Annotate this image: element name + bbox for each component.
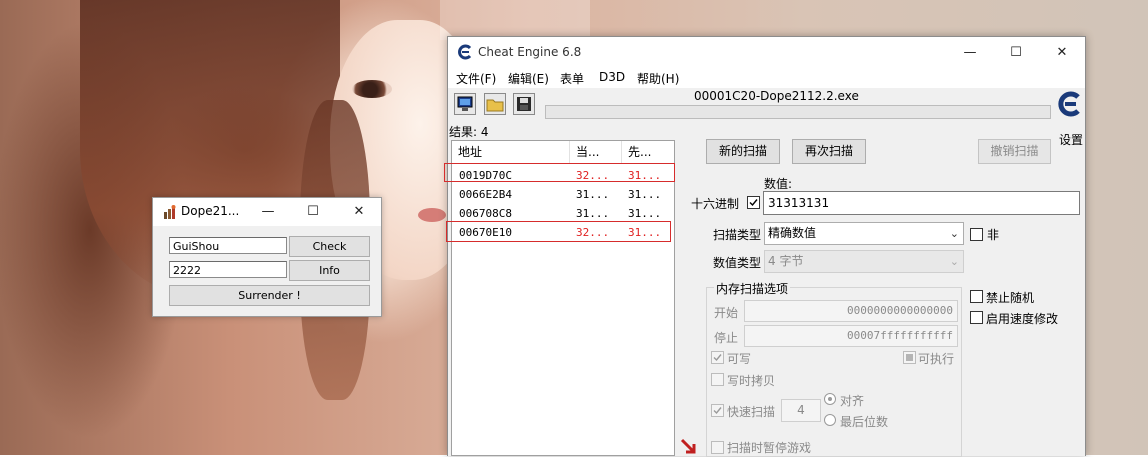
dope-key-input[interactable]: 2222: [169, 261, 287, 278]
settings-logo-icon[interactable]: [1057, 89, 1083, 119]
writable-checkbox[interactable]: [711, 351, 724, 364]
enable-speedhack-checkbox[interactable]: [970, 311, 983, 324]
checkmark-icon: [749, 199, 758, 207]
select-process-button[interactable]: [454, 93, 476, 115]
ce-maximize-button[interactable]: ☐: [996, 37, 1036, 68]
settings-label[interactable]: 设置: [1059, 131, 1083, 148]
open-folder-icon: [486, 99, 504, 112]
scan-type-value: 精确数值: [768, 226, 817, 240]
value-type-value: 4 字节: [768, 254, 804, 268]
column-current[interactable]: 当...: [570, 141, 622, 163]
not-checkbox[interactable]: [970, 228, 983, 241]
table-row[interactable]: 0066E2B4 31... 31...: [452, 185, 674, 204]
checkmark-icon: [713, 354, 722, 362]
last-digits-radio[interactable]: [824, 414, 836, 426]
indeterminate-mark: [906, 354, 913, 361]
row-current: 31...: [576, 188, 610, 201]
dope-window-title: Dope21...: [181, 204, 240, 218]
wallpaper-light: [440, 0, 590, 40]
scan-results-list[interactable]: 地址 当... 先... 0019D70C 32... 31... 0066E2…: [451, 140, 675, 456]
alignment-radio[interactable]: [824, 393, 836, 405]
dope-minimize-button[interactable]: —: [248, 198, 288, 226]
memory-scan-options-label: 内存扫描选项: [714, 280, 791, 297]
dope-name-input[interactable]: GuiShou: [169, 237, 287, 254]
scan-type-label: 扫描类型: [713, 228, 762, 242]
ce-window-title: Cheat Engine 6.8: [478, 45, 582, 59]
value-label: 数值:: [764, 177, 793, 191]
dope-surrender-button[interactable]: Surrender !: [169, 285, 370, 306]
dope-app-icon: [164, 205, 176, 219]
executable-checkbox[interactable]: [903, 351, 916, 364]
scan-type-select[interactable]: 精确数值 ⌄: [764, 222, 964, 245]
dope-maximize-button[interactable]: ☐: [293, 198, 333, 226]
process-name-label: 00001C20-Dope2112.2.exe: [694, 89, 859, 103]
copy-on-write-label: 写时拷贝: [727, 374, 776, 388]
undo-scan-button[interactable]: 撤销扫描: [978, 139, 1051, 164]
disable-random-label: 禁止随机: [986, 291, 1035, 305]
stop-label: 停止: [714, 331, 739, 345]
menu-edit[interactable]: 编辑(E): [508, 70, 549, 87]
enable-speedhack-label: 启用速度修改: [986, 312, 1059, 326]
writable-label: 可写: [727, 352, 752, 366]
next-scan-button[interactable]: 再次扫描: [792, 139, 866, 164]
value-input[interactable]: 31313131: [763, 191, 1080, 215]
save-icon: [517, 97, 531, 111]
executable-label: 可执行: [918, 352, 955, 366]
add-address-arrow-icon[interactable]: [680, 438, 698, 456]
pause-game-label: 扫描时暂停游戏: [727, 441, 812, 455]
menu-help[interactable]: 帮助(H): [637, 70, 679, 87]
disable-random-checkbox[interactable]: [970, 290, 983, 303]
radio-dot: [828, 397, 832, 401]
value-type-label: 数值类型: [713, 256, 762, 270]
ce-minimize-button[interactable]: —: [950, 37, 990, 68]
column-previous[interactable]: 先...: [622, 141, 674, 163]
wallpaper-eye-shape: [352, 80, 392, 98]
menu-file[interactable]: 文件(F): [456, 70, 496, 87]
dope-title-bar[interactable]: Dope21... — ☐ ✕: [153, 198, 381, 226]
fast-scan-label: 快速扫描: [727, 405, 776, 419]
stop-address-input[interactable]: 00007fffffffffff: [744, 325, 958, 347]
dope-check-button[interactable]: Check: [289, 236, 370, 257]
results-count: 结果: 4: [449, 125, 489, 139]
row-previous: 31...: [628, 188, 662, 201]
cheat-engine-logo-icon: [458, 44, 472, 60]
row-address: 0066E2B4: [459, 188, 512, 201]
hex-label: 十六进制: [691, 197, 740, 211]
new-scan-button[interactable]: 新的扫描: [706, 139, 780, 164]
open-table-button[interactable]: [484, 93, 506, 115]
start-address-input[interactable]: 0000000000000000: [744, 300, 958, 322]
fast-scan-alignment-input[interactable]: 4: [781, 399, 821, 422]
cheat-engine-window: Cheat Engine 6.8 — ☐ ✕ 文件(F) 编辑(E) 表单 D3…: [444, 36, 1086, 457]
fast-scan-checkbox[interactable]: [711, 404, 724, 417]
computer-icon: [457, 96, 473, 111]
scan-progress-bar: [545, 105, 1051, 119]
column-address[interactable]: 地址: [452, 141, 570, 163]
highlight-box: [444, 163, 675, 182]
start-label: 开始: [714, 306, 739, 320]
dope-info-button[interactable]: Info: [289, 260, 370, 281]
ce-title-bar[interactable]: Cheat Engine 6.8 — ☐ ✕: [448, 37, 1085, 68]
pause-game-checkbox[interactable]: [711, 441, 724, 454]
ce-close-button[interactable]: ✕: [1042, 37, 1082, 68]
highlight-box: [446, 221, 671, 242]
chevron-down-icon: ⌄: [949, 255, 959, 268]
menu-d3d[interactable]: D3D: [599, 70, 625, 84]
alignment-label: 对齐: [840, 394, 865, 408]
copy-on-write-checkbox[interactable]: [711, 373, 724, 386]
hex-checkbox[interactable]: [747, 196, 760, 209]
last-digits-label: 最后位数: [840, 415, 889, 429]
not-label: 非: [987, 228, 1000, 242]
checkmark-icon: [713, 407, 722, 415]
ce-menu-bar: 文件(F) 编辑(E) 表单 D3D 帮助(H): [448, 68, 1085, 88]
list-header: 地址 当... 先...: [452, 141, 674, 164]
menu-table[interactable]: 表单: [560, 70, 584, 87]
value-type-select[interactable]: 4 字节 ⌄: [764, 250, 964, 273]
dope-close-button[interactable]: ✕: [339, 198, 379, 226]
save-table-button[interactable]: [513, 93, 535, 115]
wallpaper-lip-shape: [418, 208, 446, 222]
dope-window: Dope21... — ☐ ✕ GuiShou 2222 Check Info …: [152, 197, 382, 317]
chevron-down-icon: ⌄: [949, 227, 959, 240]
